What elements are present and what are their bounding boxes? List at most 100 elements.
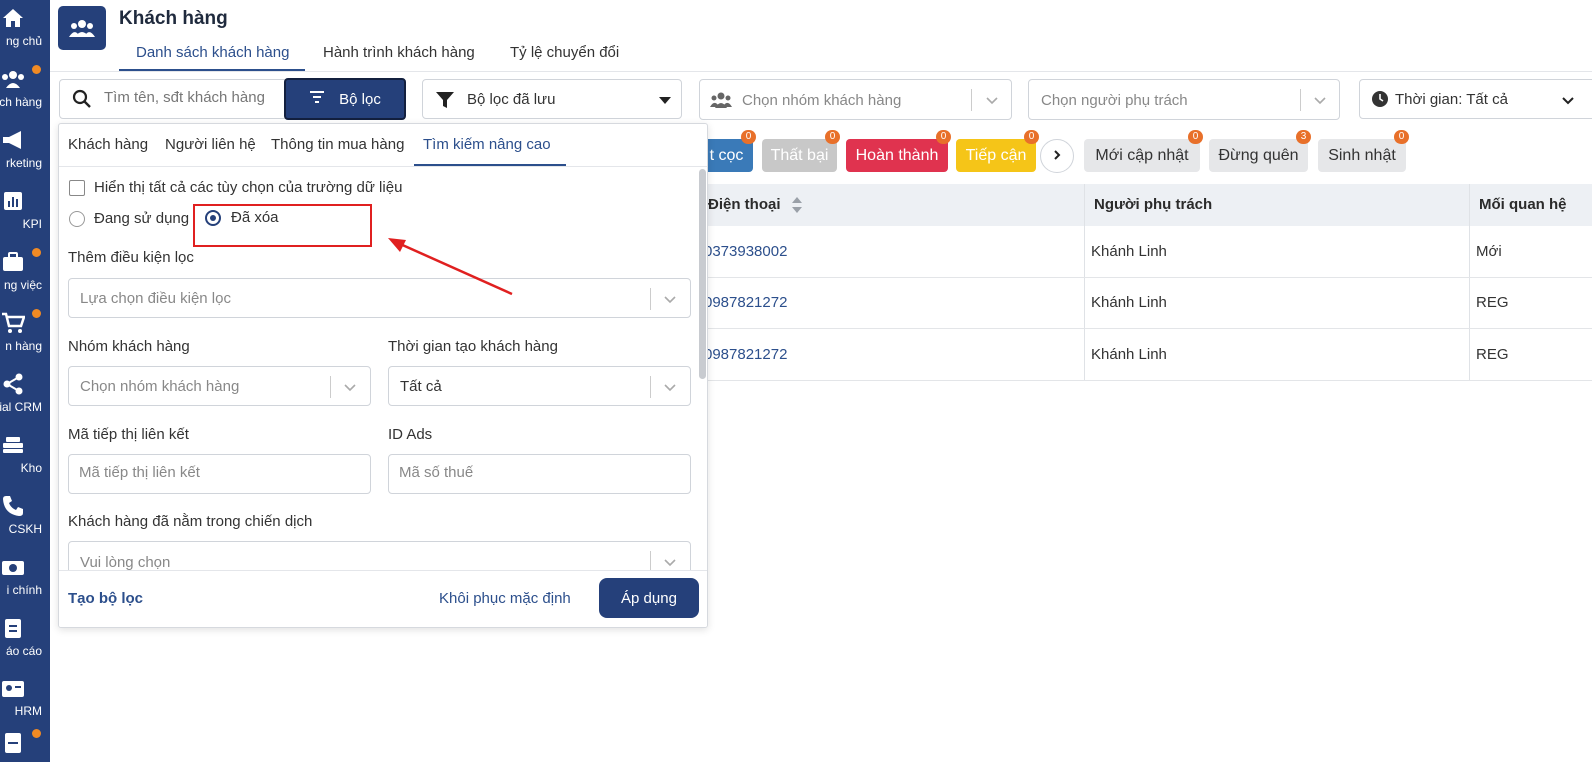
time-filter-label: Thời gian: Tất cả: [1395, 91, 1508, 108]
relation-cell: REG: [1476, 294, 1509, 311]
chevron-right-icon: [1051, 148, 1063, 164]
sidebar-item-label: n hàng: [5, 339, 42, 353]
status-chip-label: Đừng quên: [1218, 146, 1299, 164]
affiliate-label: Mã tiếp thị liên kết: [68, 426, 189, 443]
search-box: [59, 79, 289, 119]
tab-customer-list[interactable]: Danh sách khách hàng: [136, 44, 289, 61]
sidebar-item-0[interactable]: ng chủ: [0, 2, 50, 58]
sidebar-item-label: Kho: [20, 461, 42, 475]
create-filter-link[interactable]: Tạo bộ lọc: [68, 590, 143, 607]
phone-icon: [0, 494, 26, 518]
panel-scrollbar[interactable]: [699, 169, 706, 379]
count-badge: 0: [1188, 130, 1203, 144]
phone-cell[interactable]: 0987821272: [704, 294, 787, 311]
chevron-down-icon: [662, 291, 678, 307]
document-icon: [0, 731, 26, 755]
status-chip-label: t cọc: [709, 146, 744, 164]
column-header-owner: Người phụ trách: [1094, 196, 1213, 213]
relation-cell: Mới: [1476, 243, 1502, 260]
status-chip[interactable]: Sinh nhật 0: [1318, 130, 1409, 172]
status-chip[interactable]: Hoàn thành 0: [846, 130, 951, 172]
phone-cell[interactable]: 0373938002: [704, 243, 787, 260]
people-icon: [0, 67, 26, 91]
select-divider: [650, 288, 651, 310]
sidebar-item-2[interactable]: rketing: [0, 124, 50, 180]
status-chip[interactable]: Thất bại 0: [762, 130, 840, 172]
sidebar-item-label: KPI: [22, 217, 42, 231]
tab-customer-journey[interactable]: Hành trình khách hàng: [323, 44, 475, 61]
owner-cell: Khánh Linh: [1091, 243, 1167, 260]
search-icon: [72, 89, 92, 112]
column-header-relation: Mối quan hệ: [1479, 196, 1567, 213]
sidebar: ng chủ ch hàng rketing KPI ng việc n hàng ial …: [0, 0, 50, 762]
panel-tab-customer[interactable]: Khách hàng: [68, 136, 148, 153]
notification-dot: [32, 65, 41, 74]
count-badge: 0: [1024, 130, 1039, 144]
sidebar-item-11[interactable]: HRM: [0, 672, 50, 728]
home-icon: [0, 6, 26, 30]
status-chip[interactable]: Tiếp cận 0: [956, 130, 1039, 172]
customers-header-icon: [58, 6, 106, 50]
status-chip-label: Hoàn thành: [855, 146, 939, 164]
status-chip-label: Tiếp cận: [965, 146, 1027, 164]
sidebar-item-10[interactable]: áo cáo: [0, 612, 50, 668]
chevron-down-icon: [1312, 92, 1328, 108]
sidebar-item-6[interactable]: ial CRM: [0, 368, 50, 424]
chevron-down-icon: [984, 92, 1000, 108]
column-divider: [1084, 184, 1085, 381]
created-time-select[interactable]: Tất cả: [388, 366, 691, 406]
sort-icon[interactable]: [790, 196, 804, 217]
sidebar-item-5[interactable]: n hàng: [0, 307, 50, 363]
panel-tab-advanced[interactable]: Tìm kiếm nâng cao: [423, 136, 551, 153]
filter-button[interactable]: Bộ lọc: [284, 78, 406, 120]
owner-cell: Khánh Linh: [1091, 346, 1167, 363]
money-icon: [0, 555, 26, 579]
customer-group-select[interactable]: Chọn nhóm khách hàng: [699, 79, 1012, 120]
phone-cell[interactable]: 0987821272: [704, 346, 787, 363]
sidebar-item-label: i chính: [6, 583, 42, 597]
sidebar-item-9[interactable]: i chính: [0, 551, 50, 607]
reset-default-link[interactable]: Khôi phục mặc định: [439, 590, 571, 607]
column-header-phone[interactable]: Điện thoại: [708, 196, 781, 213]
sidebar-item-3[interactable]: KPI: [0, 185, 50, 241]
status-chip[interactable]: Đừng quên 3: [1209, 130, 1311, 172]
radio-in-use[interactable]: [69, 211, 85, 227]
row-divider: [700, 380, 1592, 381]
annotation-arrow: [388, 238, 513, 296]
chevron-down-icon: [342, 379, 358, 395]
tab-conversion-rate[interactable]: Tỷ lệ chuyển đổi: [510, 44, 619, 61]
sidebar-item-label: rketing: [5, 156, 42, 170]
sidebar-item-label: ial CRM: [0, 400, 42, 414]
column-divider: [1469, 184, 1470, 381]
chips-next-button[interactable]: [1040, 139, 1074, 173]
sidebar-item-7[interactable]: Kho: [0, 429, 50, 485]
sidebar-item-12[interactable]: [0, 727, 50, 762]
affiliate-input[interactable]: [79, 464, 339, 481]
search-input[interactable]: [104, 89, 284, 106]
megaphone-icon: [0, 128, 26, 152]
status-chip[interactable]: Mới cập nhật 0: [1084, 130, 1203, 172]
id-card-icon: [0, 676, 26, 700]
filter-lines-icon: [309, 90, 325, 108]
show-all-options-label: Hiển thị tất cả các tùy chọn của trường …: [94, 179, 403, 196]
apply-button[interactable]: Áp dụng: [599, 578, 699, 618]
ads-id-input[interactable]: [399, 464, 659, 481]
created-time-value: Tất cả: [400, 378, 442, 395]
show-all-options-checkbox[interactable]: [69, 180, 85, 196]
panel-tab-contact[interactable]: Người liên hệ: [165, 136, 256, 153]
time-filter-dropdown[interactable]: Thời gian: Tất cả: [1359, 79, 1592, 119]
group-select[interactable]: Chọn nhóm khách hàng: [68, 366, 371, 406]
sidebar-item-4[interactable]: ng việc: [0, 246, 50, 302]
saved-filter-label: Bộ lọc đã lưu: [467, 91, 556, 108]
chevron-down-icon: [1560, 92, 1576, 111]
select-divider: [1300, 89, 1301, 111]
sidebar-item-label: ch hàng: [0, 95, 42, 109]
sidebar-item-8[interactable]: CSKH: [0, 490, 50, 546]
sidebar-item-label: HRM: [14, 704, 42, 718]
saved-filter-dropdown[interactable]: Bộ lọc đã lưu: [422, 79, 682, 119]
sidebar-item-1[interactable]: ch hàng: [0, 63, 50, 119]
owner-select[interactable]: Chọn người phụ trách: [1028, 79, 1340, 120]
panel-tab-purchase[interactable]: Thông tin mua hàng: [271, 136, 404, 153]
ads-id-label: ID Ads: [388, 426, 433, 443]
row-divider: [700, 328, 1592, 329]
